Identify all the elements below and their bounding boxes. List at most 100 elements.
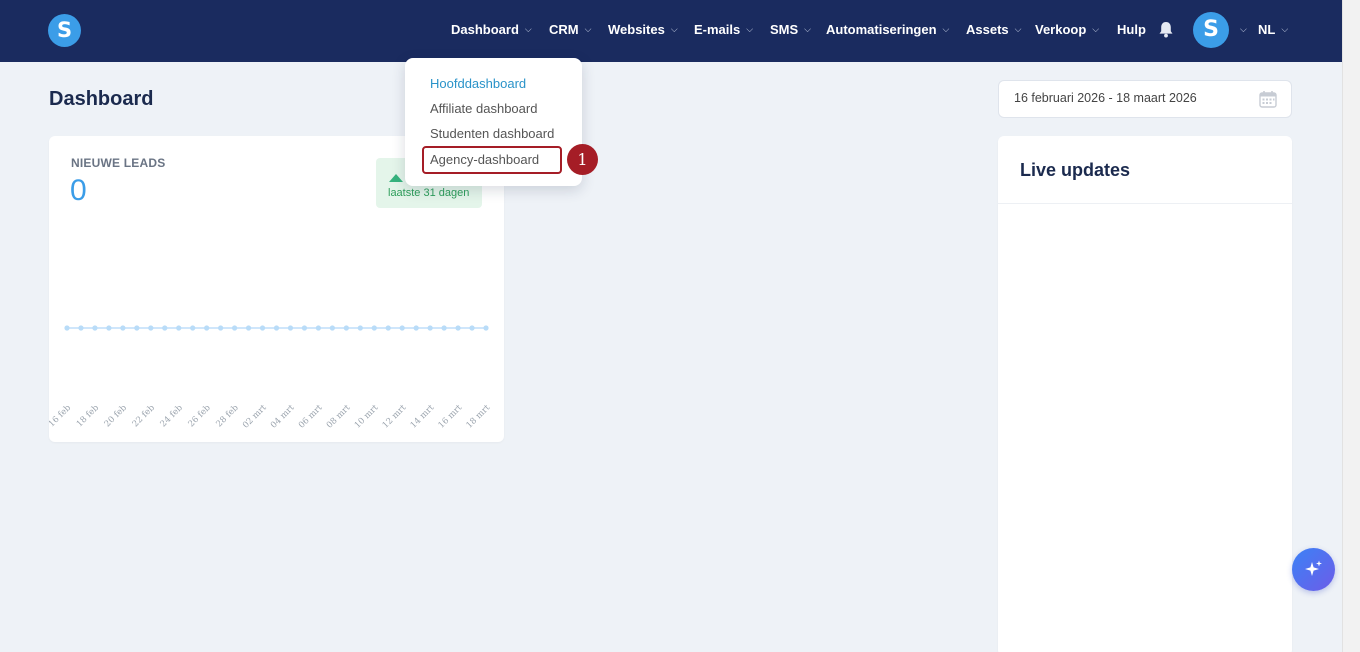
step-number-badge: 1 xyxy=(567,144,598,175)
trend-up-icon xyxy=(389,174,403,182)
data-point xyxy=(134,325,140,331)
x-tick-label: 08 mrt xyxy=(325,403,353,431)
live-updates-title: Live updates xyxy=(1020,160,1131,180)
nav-websites-label: Websites xyxy=(608,21,665,37)
x-tick-label: 26 feb xyxy=(187,403,214,430)
x-tick-label: 28 feb xyxy=(214,403,241,430)
chevron-down-icon: ⌵ xyxy=(1092,23,1100,34)
nav-emails[interactable]: E-mails ⌵ xyxy=(694,0,753,58)
nav-sms-label: SMS xyxy=(770,21,799,37)
page-title: Dashboard xyxy=(49,88,154,110)
chevron-down-icon: ⌵ xyxy=(804,23,811,34)
nav-websites[interactable]: Websites ⌵ xyxy=(608,0,678,58)
date-range-picker[interactable]: 16 februari 2026 - 18 maart 2026 xyxy=(998,80,1292,118)
x-tick-label: 04 mrt xyxy=(269,403,297,431)
nav-verkoop[interactable]: Verkoop ⌵ xyxy=(1035,0,1099,58)
data-point xyxy=(315,325,321,331)
nav-hulp[interactable]: Hulp xyxy=(1117,0,1146,58)
menu-item-studenten-dashboard[interactable]: Studenten dashboard xyxy=(430,126,554,141)
data-point xyxy=(176,325,182,331)
chevron-down-icon: ⌵ xyxy=(1281,23,1289,34)
data-point xyxy=(427,325,433,331)
sparkle-icon xyxy=(1305,560,1322,576)
data-point xyxy=(190,325,196,331)
live-updates-card: Live updates xyxy=(998,136,1292,652)
user-menu-toggle[interactable]: ⌵ xyxy=(1234,0,1247,58)
data-point xyxy=(301,325,308,331)
calendar-icon xyxy=(1259,91,1277,108)
data-point xyxy=(455,325,461,331)
language-label: NL xyxy=(1258,21,1276,37)
bell-icon[interactable] xyxy=(1158,21,1174,38)
data-point xyxy=(413,325,419,331)
step-highlight-box xyxy=(422,146,562,174)
ai-assistant-button[interactable] xyxy=(1292,548,1335,591)
nav-crm-label: CRM xyxy=(549,21,579,37)
nav-hulp-label: Hulp xyxy=(1117,21,1146,37)
data-point xyxy=(273,325,280,331)
nav-automatiseringen-label: Automatiseringen xyxy=(826,21,937,37)
data-point xyxy=(399,325,405,331)
leads-line-chart: 16 feb 18 feb 20 feb 22 feb 24 feb 26 feb 28 f… xyxy=(49,325,493,431)
data-point xyxy=(78,325,84,331)
data-point xyxy=(483,325,489,331)
nav-crm[interactable]: CRM ⌵ xyxy=(549,0,591,58)
x-tick-label: 24 feb xyxy=(159,403,186,430)
x-tick-label: 18 mrt xyxy=(464,403,492,431)
leads-count: 0 xyxy=(70,174,87,207)
data-point xyxy=(469,325,475,331)
x-tick-label: 14 mrt xyxy=(409,403,437,431)
menu-item-affiliate-dashboard[interactable]: Affiliate dashboard xyxy=(430,101,537,116)
x-tick-label: 06 mrt xyxy=(297,403,325,431)
data-point xyxy=(204,325,210,331)
chevron-down-icon: ⌵ xyxy=(1240,23,1247,34)
x-tick-label: 22 feb xyxy=(131,403,158,430)
x-tick-label: 16 mrt xyxy=(437,403,465,431)
nav-sms[interactable]: SMS ⌵ xyxy=(770,0,811,58)
x-tick-label: 18 feb xyxy=(75,403,102,430)
data-point xyxy=(357,325,363,331)
nav-dashboard-label: Dashboard xyxy=(451,21,519,37)
data-point xyxy=(218,325,224,331)
data-point xyxy=(162,325,168,331)
data-point xyxy=(245,325,252,331)
top-navigation-bar: S Dashboard ⌵ CRM ⌵ Websites ⌵ E-mails ⌵ SMS… xyxy=(0,0,1342,62)
chevron-down-icon: ⌵ xyxy=(746,23,754,34)
brand-logo[interactable]: S xyxy=(48,14,81,47)
page-scrollbar[interactable] xyxy=(1342,0,1360,652)
x-tick-label: 16 feb xyxy=(49,403,74,430)
data-point xyxy=(92,325,98,331)
data-point xyxy=(441,325,447,331)
nav-dashboard[interactable]: Dashboard ⌵ xyxy=(451,0,532,58)
language-selector[interactable]: NL ⌵ xyxy=(1258,0,1288,58)
chevron-down-icon: ⌵ xyxy=(524,23,532,34)
data-point xyxy=(343,325,349,331)
x-tick-label: 02 mrt xyxy=(241,403,269,431)
x-tick-label: 10 mrt xyxy=(353,403,381,431)
chevron-down-icon: ⌵ xyxy=(1014,23,1022,34)
chevron-down-icon: ⌵ xyxy=(942,23,950,34)
x-tick-label: 20 feb xyxy=(103,403,130,430)
nav-assets-label: Assets xyxy=(966,21,1009,37)
data-point xyxy=(232,325,238,331)
user-avatar[interactable]: S xyxy=(1193,12,1229,48)
nav-verkoop-label: Verkoop xyxy=(1035,21,1087,37)
nav-automatiseringen[interactable]: Automatiseringen ⌵ xyxy=(826,0,949,58)
data-point xyxy=(259,325,266,331)
data-point xyxy=(64,325,70,331)
data-point xyxy=(106,325,112,331)
date-range-value: 16 februari 2026 - 18 maart 2026 xyxy=(1014,91,1197,105)
trend-period-label: laatste 31 dagen xyxy=(388,187,470,199)
leads-title: NIEUWE LEADS xyxy=(71,156,166,170)
chevron-down-icon: ⌵ xyxy=(584,23,592,34)
menu-item-hoofddashboard[interactable]: Hoofddashboard xyxy=(430,76,526,91)
nav-assets[interactable]: Assets ⌵ xyxy=(966,0,1021,58)
data-point xyxy=(287,325,294,331)
nav-emails-label: E-mails xyxy=(694,21,741,37)
x-tick-label: 12 mrt xyxy=(381,403,409,431)
data-point xyxy=(329,325,335,331)
divider xyxy=(998,203,1292,204)
data-point xyxy=(371,325,377,331)
data-point xyxy=(385,325,391,331)
data-point xyxy=(120,325,126,331)
